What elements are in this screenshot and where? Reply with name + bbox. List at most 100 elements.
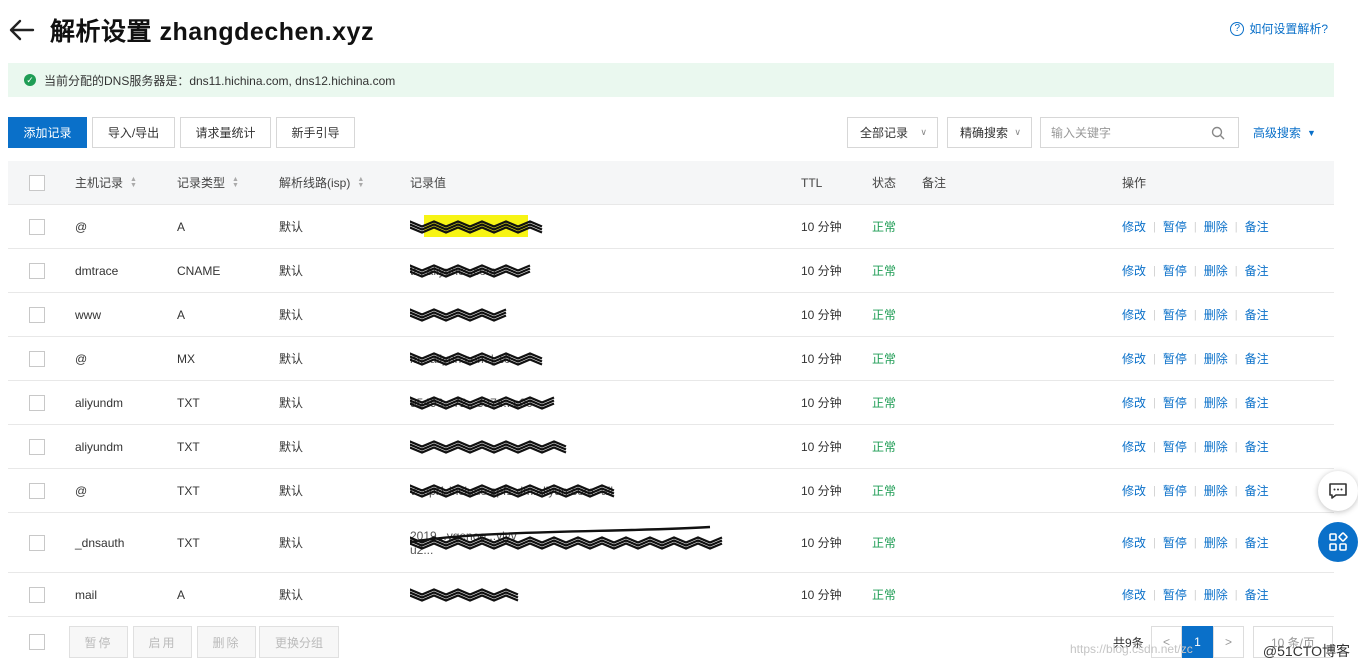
cell-actions: 修改 | 暂停 | 删除 | 备注 [1122, 293, 1269, 336]
batch-enable-button[interactable]: 启用 [133, 626, 192, 658]
delete-link[interactable]: 删除 [1204, 218, 1228, 235]
delete-link[interactable]: 删除 [1204, 306, 1228, 323]
action-separator: | [1234, 588, 1238, 601]
cell-line: 默认 [279, 308, 304, 322]
next-page-button[interactable]: > [1213, 626, 1244, 658]
remark-link[interactable]: 备注 [1245, 218, 1269, 235]
edit-link[interactable]: 修改 [1122, 394, 1146, 411]
sort-icon[interactable]: ▲ ▼ [232, 176, 239, 189]
cell-status: 正常 [872, 588, 897, 602]
column-actions: 操作 [1122, 176, 1147, 190]
remark-link[interactable]: 备注 [1245, 350, 1269, 367]
back-arrow-icon[interactable] [8, 16, 36, 44]
apps-grid-icon [1329, 532, 1348, 551]
row-select-cell [29, 293, 45, 336]
chat-float-button[interactable] [1318, 471, 1358, 511]
delete-link[interactable]: 删除 [1204, 350, 1228, 367]
remark-link[interactable]: 备注 [1245, 534, 1269, 551]
edit-link[interactable]: 修改 [1122, 262, 1146, 279]
pause-link[interactable]: 暂停 [1163, 262, 1187, 279]
delete-link[interactable]: 删除 [1204, 394, 1228, 411]
beginner-guide-button[interactable]: 新手引导 [276, 117, 355, 148]
remark-link[interactable]: 备注 [1245, 262, 1269, 279]
row-checkbox[interactable] [29, 534, 45, 551]
pause-link[interactable]: 暂停 [1163, 438, 1187, 455]
select-all-checkbox[interactable] [29, 174, 45, 191]
action-separator: | [1234, 352, 1238, 365]
cell-actions: 修改 | 暂停 | 删除 | 备注 [1122, 573, 1269, 616]
remark-link[interactable]: 备注 [1245, 438, 1269, 455]
pause-link[interactable]: 暂停 [1163, 394, 1187, 411]
cell-actions: 修改 | 暂停 | 删除 | 备注 [1122, 337, 1269, 380]
edit-link[interactable]: 修改 [1122, 306, 1146, 323]
request-stats-button[interactable]: 请求量统计 [180, 117, 271, 148]
change-group-button[interactable]: 更换分组 [259, 626, 339, 658]
add-record-button[interactable]: 添加记录 [8, 117, 87, 148]
remark-link[interactable]: 备注 [1245, 586, 1269, 603]
column-line[interactable]: 解析线路(isp) ▲ ▼ [279, 161, 364, 204]
pause-link[interactable]: 暂停 [1163, 306, 1187, 323]
row-checkbox[interactable] [29, 482, 45, 499]
action-separator: | [1234, 484, 1238, 497]
remark-link[interactable]: 备注 [1245, 482, 1269, 499]
row-checkbox[interactable] [29, 586, 45, 603]
import-export-button[interactable]: 导入/导出 [92, 117, 175, 148]
batch-delete-button[interactable]: 删除 [197, 626, 256, 658]
row-checkbox[interactable] [29, 394, 45, 411]
sort-icon[interactable]: ▲ ▼ [357, 176, 364, 189]
cell-ttl: 10 分钟 [801, 484, 842, 498]
cell-ttl: 10 分钟 [801, 536, 842, 550]
action-separator: | [1234, 536, 1238, 549]
question-icon: ? [1230, 21, 1245, 36]
search-mode-label: 精确搜索 [960, 126, 1009, 140]
action-separator: | [1193, 440, 1197, 453]
edit-link[interactable]: 修改 [1122, 218, 1146, 235]
cell-ttl: 10 分钟 [801, 264, 842, 278]
cell-actions: 修改 | 暂停 | 删除 | 备注 [1122, 205, 1269, 248]
pause-link[interactable]: 暂停 [1163, 482, 1187, 499]
column-type[interactable]: 记录类型 ▲ ▼ [177, 161, 239, 204]
delete-link[interactable]: 删除 [1204, 534, 1228, 551]
pause-link[interactable]: 暂停 [1163, 218, 1187, 235]
delete-link[interactable]: 删除 [1204, 586, 1228, 603]
records-table: 主机记录 ▲ ▼ 记录类型 ▲ ▼ 解析线路(isp) ▲ ▼ 记录值 TTL 状态 … [8, 161, 1334, 617]
edit-link[interactable]: 修改 [1122, 534, 1146, 551]
search-input[interactable] [1051, 125, 1211, 140]
column-type-label: 记录类型 [177, 176, 226, 190]
row-checkbox[interactable] [29, 350, 45, 367]
delete-link[interactable]: 删除 [1204, 438, 1228, 455]
pause-link[interactable]: 暂停 [1163, 534, 1187, 551]
column-host[interactable]: 主机记录 ▲ ▼ [75, 161, 137, 204]
cell-status: 正常 [872, 536, 897, 550]
delete-link[interactable]: 删除 [1204, 262, 1228, 279]
cell-type: CNAME [177, 263, 221, 278]
row-checkbox[interactable] [29, 306, 45, 323]
action-separator: | [1193, 308, 1197, 321]
record-filter-select[interactable]: 全部记录 ∨ [847, 117, 938, 148]
search-icon[interactable] [1211, 126, 1225, 140]
search-mode-select[interactable]: 精确搜索 ∨ [947, 117, 1032, 148]
remark-link[interactable]: 备注 [1245, 306, 1269, 323]
remark-link[interactable]: 备注 [1245, 394, 1269, 411]
batch-pause-button[interactable]: 暂停 [69, 626, 128, 658]
advanced-search-link[interactable]: 高级搜索 ▼ [1253, 117, 1316, 148]
pause-link[interactable]: 暂停 [1163, 586, 1187, 603]
edit-link[interactable]: 修改 [1122, 350, 1146, 367]
edit-link[interactable]: 修改 [1122, 586, 1146, 603]
record-value-text: m...aliyun.com | 10 [410, 351, 511, 366]
footer-select-all-checkbox[interactable] [29, 634, 45, 650]
cell-value: 2019...ygenoo...yjyv u2... [410, 513, 740, 572]
edit-link[interactable]: 修改 [1122, 482, 1146, 499]
apps-float-button[interactable] [1318, 522, 1358, 562]
row-checkbox[interactable] [29, 438, 45, 455]
help-link[interactable]: ? 如何设置解析? [1230, 20, 1328, 37]
pause-link[interactable]: 暂停 [1163, 350, 1187, 367]
sort-icon[interactable]: ▲ ▼ [130, 176, 137, 189]
edit-link[interactable]: 修改 [1122, 438, 1146, 455]
cell-host: @ [75, 483, 88, 498]
cell-actions: 修改 | 暂停 | 删除 | 备注 [1122, 249, 1269, 292]
record-value-text: 2019...ygenoo...yjyv [410, 528, 517, 543]
row-checkbox[interactable] [29, 218, 45, 235]
row-checkbox[interactable] [29, 262, 45, 279]
delete-link[interactable]: 删除 [1204, 482, 1228, 499]
